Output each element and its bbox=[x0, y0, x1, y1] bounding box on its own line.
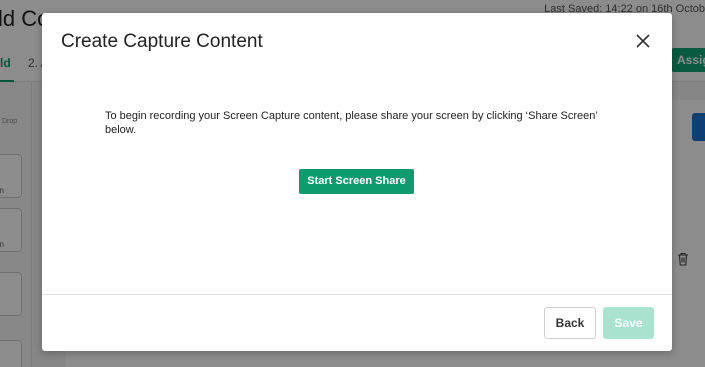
create-capture-dialog: Create Capture Content To begin recordin… bbox=[42, 13, 672, 351]
close-icon[interactable] bbox=[633, 31, 653, 51]
save-button[interactable]: Save bbox=[603, 307, 654, 339]
instructions-text: To begin recording your Screen Capture c… bbox=[105, 110, 598, 136]
start-screen-share-button[interactable]: Start Screen Share bbox=[299, 169, 414, 194]
footer-divider bbox=[42, 294, 672, 295]
back-button[interactable]: Back bbox=[544, 307, 596, 339]
dialog-title: Create Capture Content bbox=[61, 31, 263, 52]
